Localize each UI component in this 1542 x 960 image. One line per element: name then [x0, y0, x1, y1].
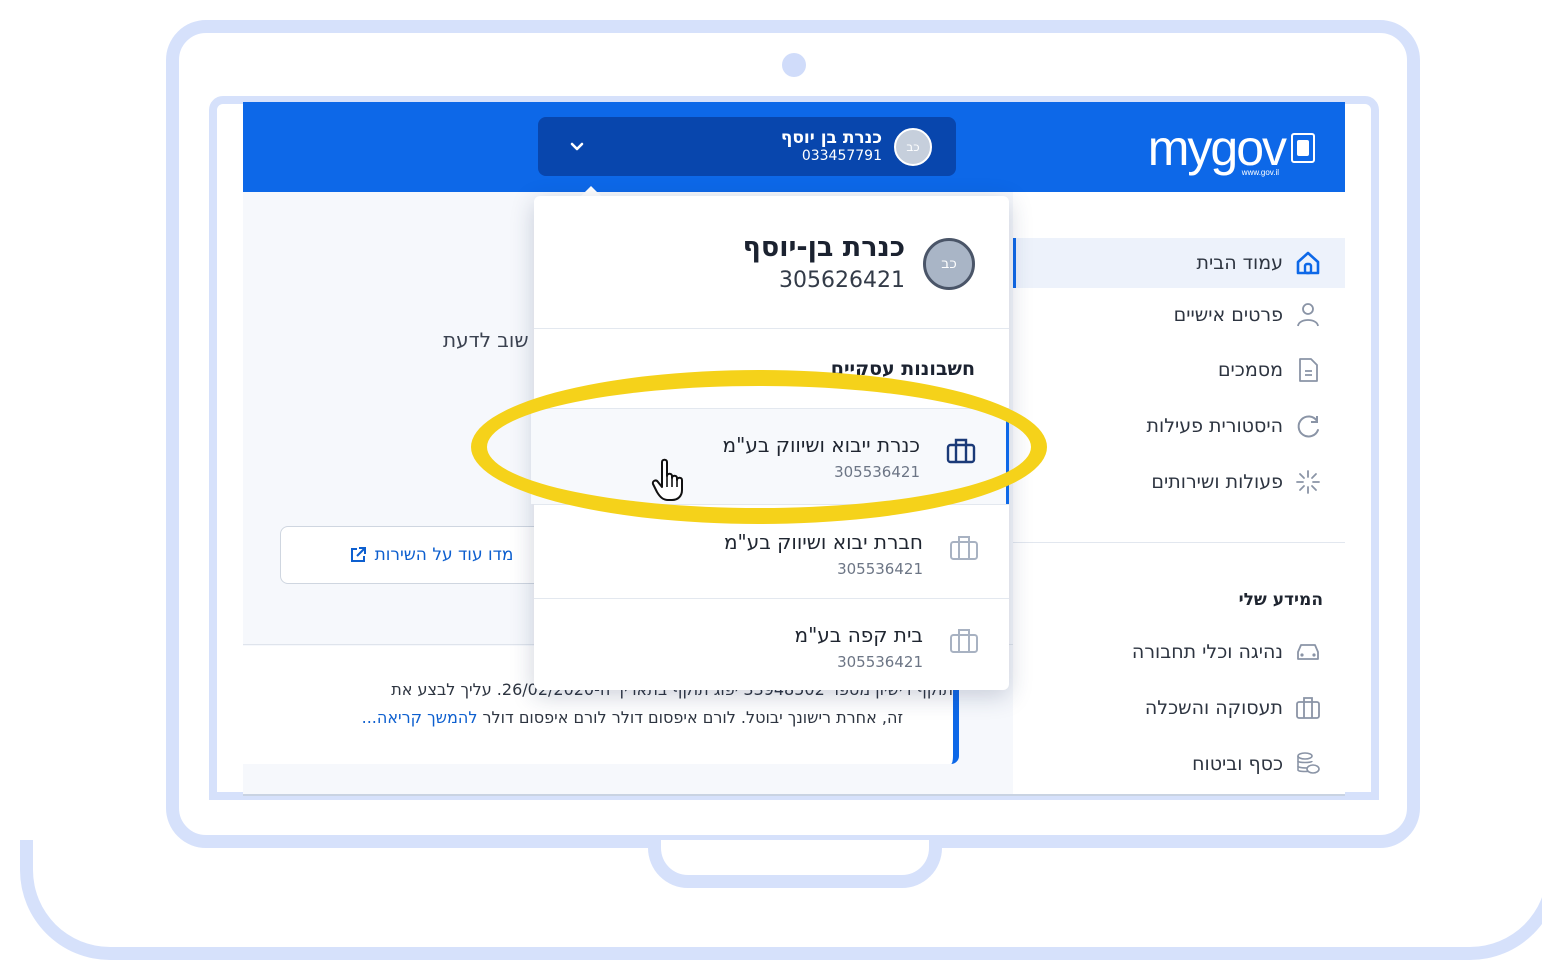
history-icon — [1293, 411, 1323, 441]
user-switcher-details: כנרת בן יוסף 033457791 — [780, 127, 882, 165]
sidebar-item-home[interactable]: עמוד הבית — [1013, 238, 1345, 288]
notice-text: זה, אחרת רישונך יבוטל. לורם איפסום דולר … — [477, 708, 904, 727]
sidebar-item-documents[interactable]: מסמכים — [1013, 345, 1345, 395]
laptop-camera — [782, 53, 806, 77]
sidebar-item-history[interactable]: היסטורית פעילות — [1013, 401, 1345, 451]
logo-text: mygov — [1147, 120, 1287, 176]
avatar: כב — [894, 127, 932, 166]
notice-text-line2: זה, אחרת רישונך יבוטל. לורם איפסום דולר … — [243, 708, 903, 727]
briefcase-icon — [949, 534, 979, 562]
sidebar-item-label: תעסוקה והשכלה — [1144, 697, 1283, 719]
user-name: כנרת בן יוסף — [780, 127, 882, 148]
dropdown-user-id: 305626421 — [779, 268, 905, 293]
dropdown-divider — [534, 328, 1009, 329]
business-account-name: חברת יבוא ושיווק בע"מ — [723, 530, 923, 554]
home-icon — [1293, 248, 1323, 278]
business-account-id: 305536421 — [837, 653, 923, 671]
sidebar-item-label: פרטים אישיים — [1173, 304, 1283, 326]
logo-subtext: www.gov.il — [1241, 168, 1279, 177]
sidebar-item-finance[interactable]: כסף וביטוח — [1013, 739, 1345, 789]
sidebar-item-label: עמוד הבית — [1196, 252, 1283, 274]
sidebar-item-driving[interactable]: נהיגה וכלי תחבורה — [1013, 627, 1345, 677]
coins-icon — [1293, 749, 1323, 779]
active-indicator — [1013, 238, 1016, 288]
learn-more-label: מדו עוד על השירות — [374, 545, 514, 565]
business-account-item[interactable]: בית קפה בע"מ 305536421 — [534, 599, 1009, 694]
mygov-logo[interactable]: mygov www.gov.il — [1148, 116, 1315, 180]
sidebar-item-label: מסמכים — [1217, 359, 1283, 381]
user-switcher-button[interactable]: כב כנרת בן יוסף 033457791 — [538, 117, 956, 176]
hand-pointer-cursor-icon — [650, 458, 690, 502]
sidebar-item-services[interactable]: פעולות ושירותים — [1013, 457, 1345, 507]
business-account-name: בית קפה בע"מ — [794, 623, 923, 647]
document-icon — [1293, 355, 1323, 385]
state-emblem-icon — [1291, 133, 1315, 163]
laptop-notch — [648, 840, 942, 888]
person-icon — [1293, 300, 1323, 330]
highlight-ellipse — [471, 370, 1047, 524]
sidebar-item-label: נהיגה וכלי תחבורה — [1131, 641, 1283, 663]
sidebar-item-label: פעולות ושירותים — [1151, 471, 1283, 493]
external-link-icon — [349, 546, 367, 564]
dropdown-user-name: כנרת בן-יוסף — [742, 232, 905, 263]
car-icon — [1293, 637, 1323, 667]
business-account-id: 305536421 — [837, 560, 923, 578]
chevron-down-icon[interactable] — [570, 137, 584, 156]
sidebar-section-heading: המידע שלי — [1238, 590, 1323, 610]
top-bar: mygov www.gov.il כב כנרת בן יוסף 0334577… — [243, 102, 1345, 192]
read-more-link[interactable]: להמשך קריאה... — [362, 708, 478, 727]
main-heading-partial: שוב לדעת — [443, 328, 529, 352]
briefcase-icon — [1293, 693, 1323, 723]
sidebar-item-label: היסטורית פעילות — [1146, 415, 1283, 437]
sidebar-divider — [1013, 542, 1345, 543]
sidebar-item-employment[interactable]: תעסוקה והשכלה — [1013, 683, 1345, 733]
avatar: כב — [923, 238, 975, 290]
sparkle-icon — [1293, 467, 1323, 497]
sidebar-item-label: כסף וביטוח — [1192, 753, 1283, 775]
briefcase-icon — [949, 627, 979, 655]
user-id: 033457791 — [801, 148, 882, 165]
sidebar: עמוד הבית פרטים אישיים מסמכים היסטורית פ… — [1013, 192, 1345, 794]
sidebar-item-personal[interactable]: פרטים אישיים — [1013, 290, 1345, 340]
